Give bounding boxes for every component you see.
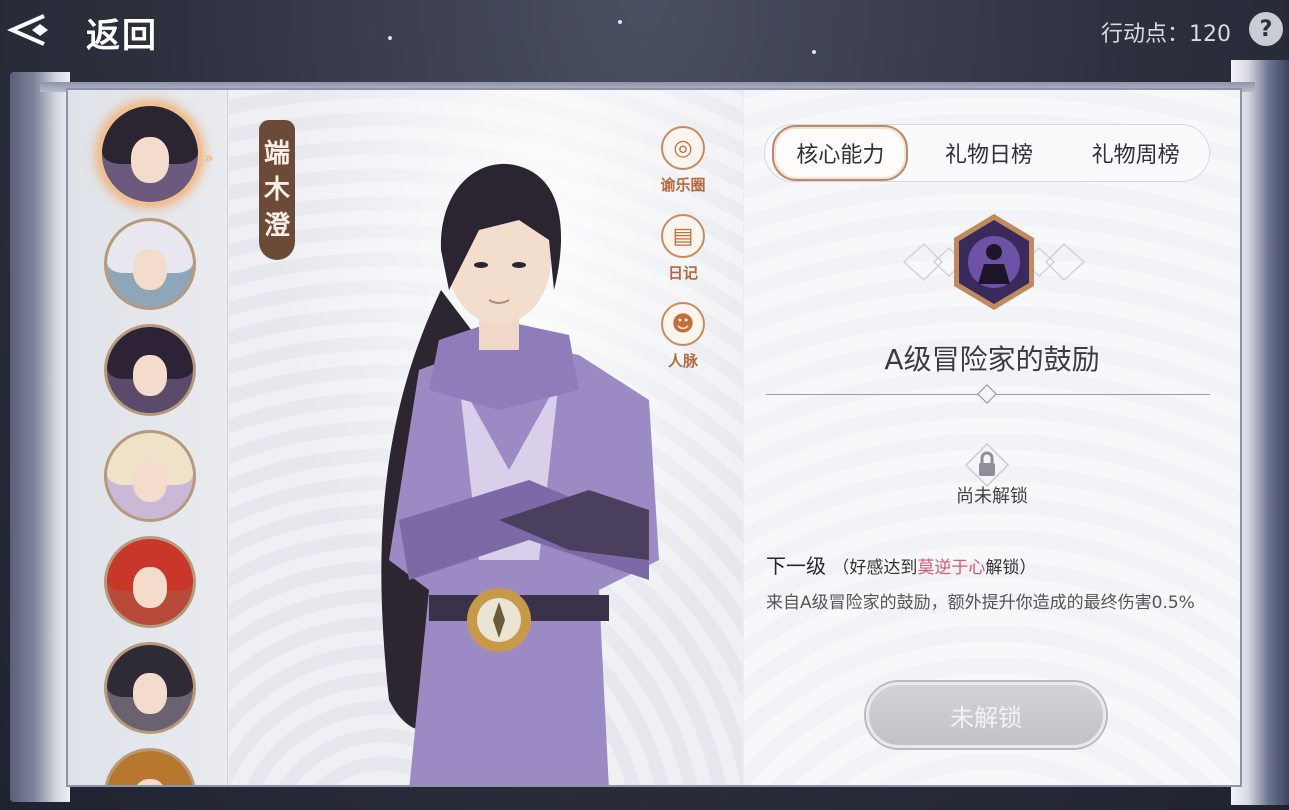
diary-icon: ▤ bbox=[661, 214, 705, 258]
side-button-label: 日记 bbox=[667, 264, 698, 282]
skill-emblem-icon[interactable] bbox=[894, 212, 1094, 312]
book-left-edge bbox=[10, 72, 70, 802]
avatar-3[interactable] bbox=[104, 324, 196, 416]
back-label[interactable]: 返回 bbox=[86, 8, 158, 57]
name-char: 端 bbox=[263, 139, 290, 169]
ability-panel: 核心能力 礼物日榜 礼物周榜 A级冒险家的鼓励 尚未解锁 下一级 （好感达到莫逆… bbox=[744, 90, 1240, 785]
back-arrow-icon bbox=[7, 14, 48, 46]
name-char: 木 bbox=[263, 175, 290, 205]
avatar-6[interactable] bbox=[104, 642, 196, 734]
spiral-icon: ◎ bbox=[661, 126, 705, 170]
skill-description: 来自A级冒险家的鼓励，额外提升你造成的最终伤害0.5% bbox=[766, 593, 1195, 613]
divider-diamond-icon bbox=[977, 384, 997, 404]
back-button[interactable] bbox=[0, 6, 60, 54]
avatar-2[interactable] bbox=[104, 218, 196, 310]
people-icon: ☻ bbox=[661, 302, 705, 346]
next-level-label: 下一级 bbox=[766, 554, 826, 578]
help-button[interactable]: ? bbox=[1249, 12, 1283, 46]
avatar-4[interactable] bbox=[104, 430, 196, 522]
action-points: 行动点：120 bbox=[1101, 22, 1231, 47]
character-portrait bbox=[381, 163, 659, 785]
character-book: » 端 木 澄 ◎ 谕乐圈 ▤ 日记 ☻ 人脉 核心能力 礼物日榜 礼物周榜 A… bbox=[68, 90, 1240, 785]
side-button-label: 谕乐圈 bbox=[660, 176, 706, 194]
name-char: 澄 bbox=[263, 211, 290, 241]
next-level-info: 下一级 （好感达到莫逆于心解锁） bbox=[766, 550, 1036, 579]
side-button-diary[interactable]: ▤ 日记 bbox=[647, 214, 719, 283]
character-list[interactable]: » bbox=[68, 90, 228, 785]
character-stage: 端 木 澄 ◎ 谕乐圈 ▤ 日记 ☻ 人脉 bbox=[229, 90, 743, 785]
locked-status: 尚未解锁 bbox=[956, 486, 1028, 507]
side-button-relations[interactable]: ☻ 人脉 bbox=[647, 302, 719, 371]
side-button-circle[interactable]: ◎ 谕乐圈 bbox=[647, 126, 719, 195]
avatar-5[interactable] bbox=[104, 536, 196, 628]
tab-bar: 核心能力 礼物日榜 礼物周榜 bbox=[764, 124, 1210, 182]
unlock-button[interactable]: 未解锁 bbox=[866, 682, 1106, 748]
selected-indicator-icon: » bbox=[204, 148, 214, 167]
side-button-label: 人脉 bbox=[667, 352, 698, 370]
unlock-condition: （好感达到莫逆于心解锁） bbox=[832, 558, 1036, 578]
avatar-1[interactable] bbox=[98, 102, 202, 206]
tab-gift-weekly[interactable]: 礼物周榜 bbox=[1070, 127, 1202, 179]
tab-core-ability[interactable]: 核心能力 bbox=[772, 125, 909, 181]
skill-name: A级冒险家的鼓励 bbox=[884, 343, 1100, 376]
tab-gift-daily[interactable]: 礼物日榜 bbox=[923, 127, 1055, 179]
avatar-7[interactable] bbox=[104, 748, 196, 785]
condition-suffix: 解锁） bbox=[985, 558, 1037, 578]
character-name-banner: 端 木 澄 bbox=[259, 120, 295, 260]
condition-prefix: （好感达到 bbox=[832, 558, 918, 578]
condition-highlight: 莫逆于心 bbox=[917, 558, 986, 578]
